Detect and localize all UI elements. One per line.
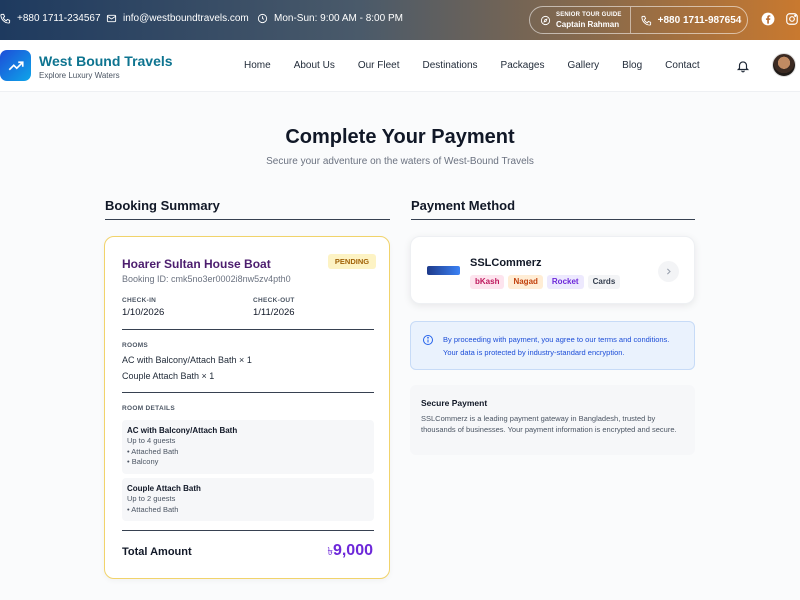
bell-icon[interactable] <box>736 59 750 73</box>
guide-role: SENIOR TOUR GUIDE <box>556 12 622 18</box>
checkin-label: CHECK-IN <box>122 297 157 304</box>
brand-name: West Bound Travels <box>39 53 173 69</box>
clock-icon <box>257 13 268 24</box>
chevron-right-icon <box>666 268 671 275</box>
tour-guide-contact[interactable]: SENIOR TOUR GUIDE Captain Rahman +880 17… <box>529 6 748 34</box>
compass-icon <box>540 15 551 25</box>
main-nav: Home About Us Our Fleet Destinations Pac… <box>244 60 723 71</box>
sslcommerz-payment-option[interactable]: SSLCommerz bKash Nagad Rocket Cards <box>410 236 695 304</box>
guide-name: Captain Rahman <box>556 20 620 29</box>
nav-blog[interactable]: Blog <box>622 60 642 71</box>
secure-payment-info: Secure Payment SSLCommerz is a leading p… <box>410 385 695 455</box>
trend-logo-icon <box>8 60 24 70</box>
instagram-icon[interactable] <box>785 12 799 26</box>
facebook-icon[interactable] <box>761 12 775 26</box>
guide-phone[interactable]: +880 1711-987654 <box>631 14 742 26</box>
chip-nagad: Nagad <box>508 275 543 289</box>
topbar-hours-text: Mon-Sun: 9:00 AM - 8:00 PM <box>274 13 403 24</box>
nav-destinations[interactable]: Destinations <box>423 60 478 71</box>
secure-payment-text: SSLCommerz is a leading payment gateway … <box>421 414 677 434</box>
chip-cards: Cards <box>587 275 621 289</box>
room-detail-line: • Attached Bath <box>127 504 179 514</box>
page-subtitle: Secure your adventure on the waters of W… <box>266 156 534 167</box>
card-divider <box>122 392 374 393</box>
status-badge: PENDING <box>328 254 376 269</box>
booking-summary-heading: Booking Summary <box>105 198 220 213</box>
brand-tagline: Explore Luxury Waters <box>39 71 120 80</box>
phone-icon <box>0 13 11 24</box>
topbar-email-text: info@westboundtravels.com <box>123 13 249 24</box>
info-icon <box>423 335 433 345</box>
room-detail-card: AC with Balcony/Attach Bath Up to 4 gues… <box>122 420 374 474</box>
room-details-label: ROOM DETAILS <box>122 405 175 412</box>
payment-method-divider <box>411 219 695 220</box>
room-detail-line: • Balcony <box>127 457 159 466</box>
room-item: AC with Balcony/Attach Bath × 1 <box>122 355 252 365</box>
checkin-value: 1/10/2026 <box>122 307 165 318</box>
checkout-label: CHECK-OUT <box>253 297 295 304</box>
topbar-email[interactable]: info@westboundtravels.com <box>106 13 249 24</box>
nav-home[interactable]: Home <box>244 60 271 71</box>
terms-notice-text: By proceeding with payment, you agree to… <box>443 333 688 359</box>
booking-id: Booking ID: cmk5no3er0002i8nw5zv4pth0 <box>122 274 291 284</box>
payment-method-heading: Payment Method <box>411 198 516 213</box>
total-amount-number: 9,000 <box>332 542 373 559</box>
terms-notice-line: By proceeding with payment, you agree to… <box>443 335 670 344</box>
payment-provider-name: SSLCommerz <box>470 257 542 269</box>
top-contact-bar: +880 1711-234567 info@westboundtravels.c… <box>0 0 800 40</box>
sslcommerz-logo <box>427 266 460 275</box>
room-item: Couple Attach Bath × 1 <box>122 371 215 381</box>
proceed-button[interactable] <box>658 261 679 282</box>
room-detail-title: Couple Attach Bath <box>127 484 201 493</box>
site-header: West Bound Travels Explore Luxury Waters… <box>0 40 800 92</box>
nav-about-us[interactable]: About Us <box>294 60 335 71</box>
rooms-label: ROOMS <box>122 342 149 349</box>
booking-summary-card: Hoarer Sultan House Boat PENDING Booking… <box>104 236 390 579</box>
chip-bkash: bKash <box>470 275 505 289</box>
terms-notice-line: Your data is protected by industry-stand… <box>443 348 625 357</box>
card-divider <box>122 329 374 330</box>
brand[interactable]: West Bound Travels Explore Luxury Waters <box>39 53 173 80</box>
room-detail-title: AC with Balcony/Attach Bath <box>127 426 238 435</box>
room-detail-line: • Attached Bath <box>127 446 179 456</box>
chip-rocket: Rocket <box>546 275 584 289</box>
nav-our-fleet[interactable]: Our Fleet <box>358 60 400 71</box>
payment-method-chips: bKash Nagad Rocket Cards <box>470 275 621 289</box>
nav-gallery[interactable]: Gallery <box>567 60 599 71</box>
user-avatar[interactable] <box>772 53 796 77</box>
mail-icon <box>106 14 117 23</box>
card-divider <box>122 530 374 531</box>
topbar-hours: Mon-Sun: 9:00 AM - 8:00 PM <box>257 13 403 24</box>
checkout-value: 1/11/2026 <box>253 307 295 318</box>
page-title: Complete Your Payment <box>285 126 515 148</box>
guide-phone-text: +880 1711-987654 <box>657 14 742 26</box>
secure-payment-title: Secure Payment <box>421 398 488 408</box>
topbar-phone-text: +880 1711-234567 <box>17 13 101 24</box>
room-detail-line: Up to 2 guests <box>127 494 176 503</box>
room-detail-card: Couple Attach Bath Up to 2 guests • Atta… <box>122 478 374 521</box>
nav-packages[interactable]: Packages <box>501 60 545 71</box>
total-amount-value: ৳9,000 <box>327 542 373 562</box>
topbar-phone[interactable]: +880 1711-234567 <box>0 13 101 24</box>
brand-logo[interactable] <box>0 50 31 81</box>
total-amount-label: Total Amount <box>122 546 192 558</box>
terms-notice: By proceeding with payment, you agree to… <box>410 321 695 370</box>
phone-icon <box>641 15 651 26</box>
boat-name: Hoarer Sultan House Boat <box>122 257 271 271</box>
booking-summary-divider <box>105 219 390 220</box>
nav-contact[interactable]: Contact <box>665 60 699 71</box>
guide-badge: SENIOR TOUR GUIDE Captain Rahman <box>530 7 631 33</box>
room-detail-line: Up to 4 guests <box>127 436 176 445</box>
